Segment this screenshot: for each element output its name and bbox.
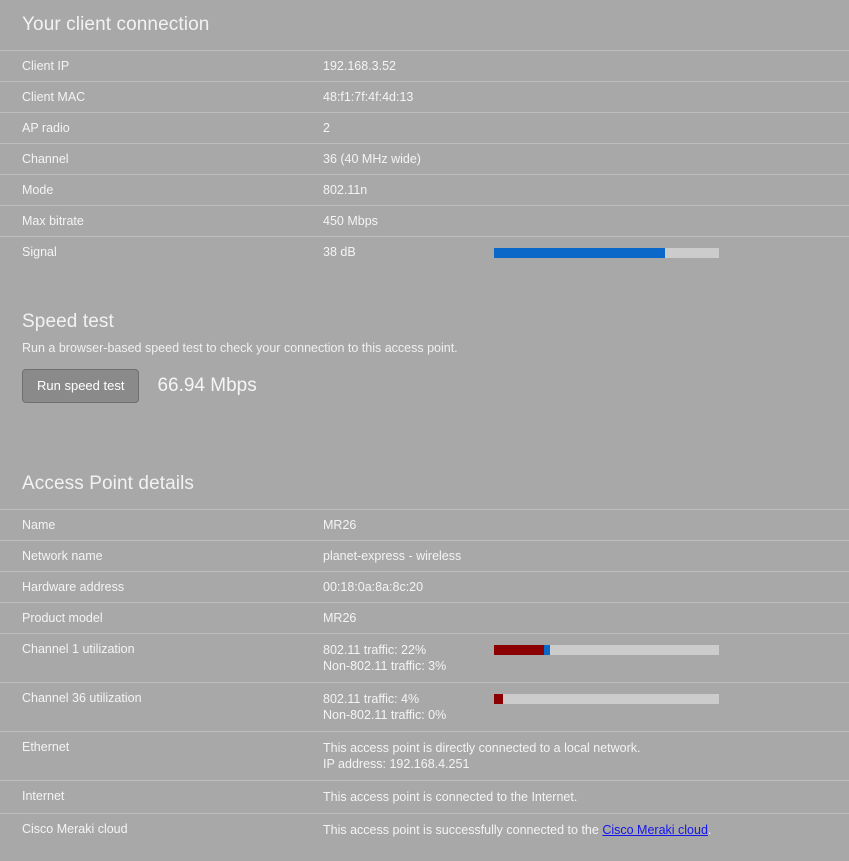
- row-label: Channel 1 utilization: [22, 642, 135, 656]
- row-value: planet-express - wireless: [323, 549, 462, 563]
- channel1-utilization-bar: [494, 645, 719, 655]
- row-value: This access point is successfully connec…: [323, 814, 849, 847]
- channel36-wifi-traffic: 802.11 traffic: 4%: [323, 692, 420, 706]
- row-value: 38 dB: [323, 245, 356, 259]
- speed-test-controls: Run speed test 66.94 Mbps: [0, 369, 849, 403]
- row-extra: [493, 144, 849, 175]
- ethernet-status-line: This access point is directly connected …: [323, 741, 641, 755]
- cisco-meraki-cloud-link[interactable]: Cisco Meraki cloud: [602, 823, 708, 837]
- internet-status-line: This access point is connected to the In…: [323, 790, 578, 804]
- table-row: Network name planet-express - wireless: [0, 540, 849, 572]
- row-label: Cisco Meraki cloud: [22, 822, 128, 836]
- channel36-utilization-bar: [494, 694, 719, 704]
- row-value: 48:f1:7f:4f:4d:13: [323, 90, 414, 104]
- speed-test-result: 66.94 Mbps: [157, 375, 257, 396]
- row-value: 00:18:0a:8a:8c:20: [323, 580, 424, 594]
- top-spacer: [0, 0, 849, 14]
- row-value: 36 (40 MHz wide): [323, 152, 421, 166]
- row-value: MR26: [323, 611, 357, 625]
- speed-test-description: Run a browser-based speed test to check …: [22, 341, 458, 355]
- row-value: MR26: [323, 518, 357, 532]
- run-speed-test-button[interactable]: Run speed test: [22, 369, 140, 403]
- table-row: Mode 802.11n: [0, 174, 849, 206]
- row-extra: [493, 572, 849, 603]
- table-row-channel36-utilization: Channel 36 utilization 802.11 traffic: 4…: [0, 682, 849, 732]
- row-extra: [493, 113, 849, 144]
- spacer-before-ap-details: [0, 403, 849, 447]
- row-extra: [493, 541, 849, 572]
- table-row: AP radio 2: [0, 112, 849, 144]
- row-value: 802.11n: [323, 183, 368, 197]
- page-title-speed-test: Speed test: [22, 311, 114, 332]
- table-row: Name MR26: [0, 509, 849, 541]
- row-label: Network name: [22, 549, 103, 563]
- table-row: Max bitrate 450 Mbps: [0, 205, 849, 237]
- spacer-before-speed-test: [0, 267, 849, 311]
- table-row-channel1-utilization: Channel 1 utilization 802.11 traffic: 22…: [0, 633, 849, 683]
- row-extra: [493, 175, 849, 206]
- row-value: This access point is directly connected …: [323, 732, 849, 781]
- row-value: 802.11 traffic: 22% Non-802.11 traffic: …: [323, 634, 493, 683]
- row-label: Channel 36 utilization: [22, 691, 142, 705]
- meraki-cloud-text-before: This access point is successfully connec…: [323, 823, 603, 837]
- channel1-nonwifi-traffic: Non-802.11 traffic: 3%: [323, 659, 447, 673]
- row-value: 2: [323, 121, 330, 135]
- table-row: Client IP 192.168.3.52: [0, 50, 849, 82]
- row-label: Client MAC: [22, 90, 86, 104]
- channel1-wifi-segment: [494, 645, 544, 655]
- spacer-after-speed-title: [0, 333, 849, 341]
- row-label: Product model: [22, 611, 103, 625]
- row-extra: [493, 206, 849, 237]
- row-label: Channel: [22, 152, 69, 166]
- meraki-cloud-text-after: .: [707, 823, 712, 837]
- channel36-wifi-segment: [494, 694, 503, 704]
- row-extra: [493, 82, 849, 113]
- spacer-after-client-title: [0, 36, 849, 50]
- signal-strength-bar: [494, 248, 719, 258]
- row-value: 802.11 traffic: 4% Non-802.11 traffic: 0…: [323, 683, 493, 732]
- row-label: Signal: [22, 245, 57, 259]
- row-extra: [493, 51, 849, 82]
- row-extra: [493, 683, 849, 732]
- spacer-before-ap-details-2: [0, 447, 849, 473]
- row-label: Hardware address: [22, 580, 125, 594]
- channel1-wifi-traffic: 802.11 traffic: 22%: [323, 643, 427, 657]
- row-label: Internet: [22, 789, 65, 803]
- spacer-before-speed-button: [0, 355, 849, 369]
- access-point-details-table: Name MR26 Network name planet-express - …: [0, 509, 849, 846]
- table-row: Client MAC 48:f1:7f:4f:4d:13: [0, 81, 849, 113]
- channel36-nonwifi-traffic: Non-802.11 traffic: 0%: [323, 708, 447, 722]
- spacer-after-ap-title: [0, 495, 849, 509]
- row-extra: [493, 634, 849, 683]
- row-label: Name: [22, 518, 56, 532]
- row-label: Client IP: [22, 59, 70, 73]
- row-label: Max bitrate: [22, 214, 84, 228]
- channel1-nonwifi-segment: [543, 645, 551, 655]
- table-row: Hardware address 00:18:0a:8a:8c:20: [0, 571, 849, 603]
- page-title-access-point-details: Access Point details: [22, 473, 195, 494]
- ethernet-ip-address: IP address: 192.168.4.251: [323, 757, 470, 771]
- row-label: Mode: [22, 183, 54, 197]
- row-label: Ethernet: [22, 740, 70, 754]
- table-row-internet: Internet This access point is connected …: [0, 780, 849, 814]
- table-row: Product model MR26: [0, 602, 849, 634]
- page-root: Your client connection Client IP 192.168…: [0, 0, 849, 861]
- row-value: 450 Mbps: [323, 214, 378, 228]
- client-connection-table: Client IP 192.168.3.52 Client MAC 48:f1:…: [0, 50, 849, 267]
- row-value: This access point is connected to the In…: [323, 781, 849, 814]
- row-extra: [493, 510, 849, 541]
- signal-bar-fill: [494, 248, 665, 258]
- row-extra: [493, 603, 849, 634]
- meraki-cloud-status-line: This access point is successfully connec…: [323, 822, 849, 838]
- row-extra: [493, 237, 849, 268]
- row-value: 192.168.3.52: [323, 59, 396, 73]
- table-row-ethernet: Ethernet This access point is directly c…: [0, 731, 849, 781]
- table-row-meraki-cloud: Cisco Meraki cloud This access point is …: [0, 813, 849, 847]
- row-label: AP radio: [22, 121, 70, 135]
- table-row: Channel 36 (40 MHz wide): [0, 143, 849, 175]
- table-row-signal: Signal 38 dB: [0, 236, 849, 268]
- page-title-client-connection: Your client connection: [22, 14, 210, 35]
